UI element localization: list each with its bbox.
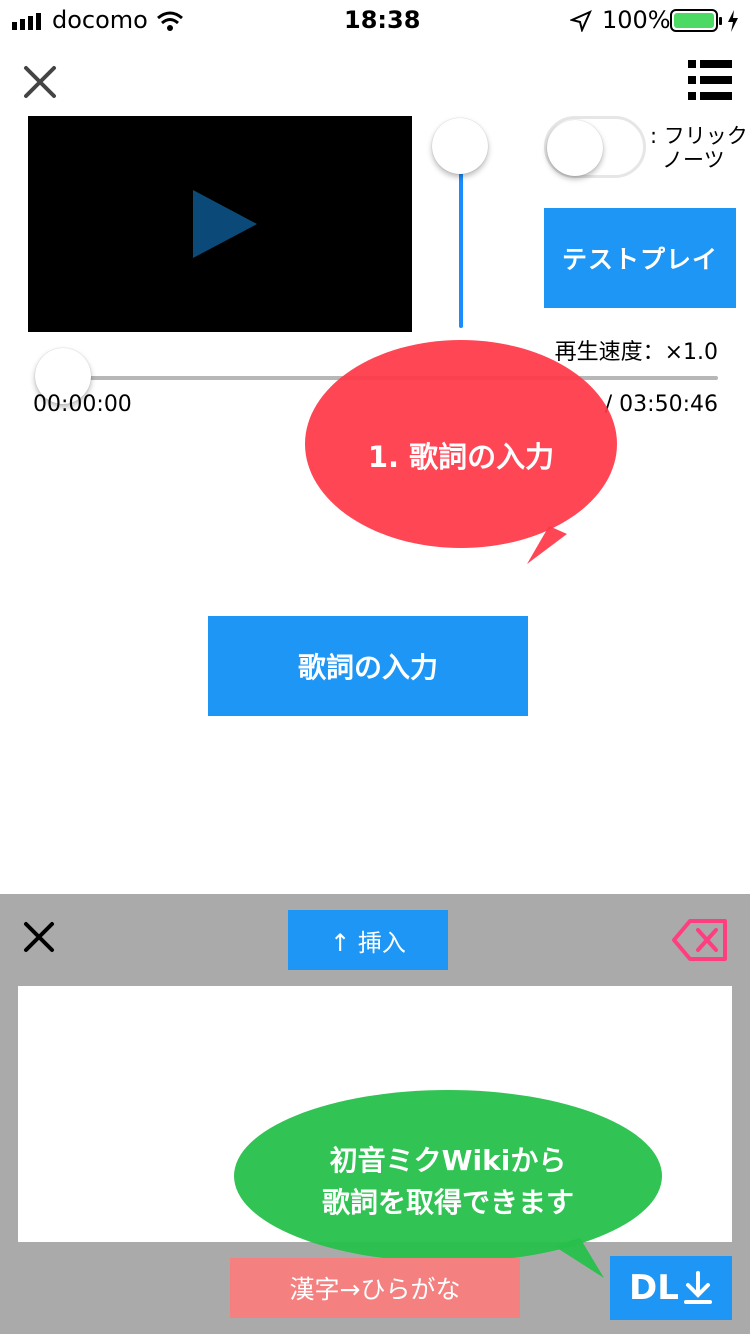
current-time: 00:00:00 bbox=[33, 392, 132, 417]
insert-button[interactable]: ↑ 挿入 bbox=[288, 910, 448, 970]
download-arrow-icon bbox=[683, 1271, 712, 1304]
wiki-callout-line1: 初音ミクWikiから bbox=[329, 1144, 567, 1177]
step1-callout-text: 1. 歌詞の入力 bbox=[367, 440, 555, 474]
list-menu-icon[interactable] bbox=[688, 60, 732, 100]
test-play-button[interactable]: テストプレイ bbox=[544, 208, 736, 308]
signal-icon bbox=[12, 13, 41, 30]
clock: 18:38 bbox=[344, 6, 421, 34]
wifi-icon bbox=[157, 11, 183, 31]
volume-slider-knob[interactable] bbox=[432, 118, 488, 174]
wiki-callout-line2: 歌詞を取得できます bbox=[321, 1186, 574, 1219]
flick-notes-toggle[interactable] bbox=[544, 116, 646, 178]
flick-label-line1: : フリック bbox=[650, 124, 748, 148]
location-icon bbox=[570, 10, 592, 32]
backspace-icon[interactable] bbox=[672, 918, 728, 962]
lyrics-input-button[interactable]: 歌詞の入力 bbox=[208, 616, 528, 716]
close-icon[interactable] bbox=[22, 64, 58, 100]
flick-notes-label: : フリック ノーツ bbox=[650, 124, 750, 172]
kanji-to-hiragana-button[interactable]: 漢字→ひらがな bbox=[230, 1258, 520, 1318]
download-button[interactable]: DL bbox=[610, 1256, 732, 1320]
carrier-name: docomo bbox=[52, 6, 148, 34]
flick-label-line2: ノーツ bbox=[662, 148, 725, 172]
total-time: / 03:50:46 bbox=[604, 392, 718, 417]
volume-slider-track[interactable] bbox=[459, 148, 463, 328]
play-icon[interactable] bbox=[193, 190, 257, 258]
battery-percent: 100% bbox=[602, 6, 671, 34]
battery-charging-icon bbox=[670, 9, 738, 32]
panel-close-icon[interactable] bbox=[22, 920, 56, 954]
status-bar: docomo 18:38 100% bbox=[0, 0, 750, 40]
wiki-callout-text: 初音ミクWikiから 歌詞を取得できます bbox=[234, 1140, 662, 1224]
toggle-knob[interactable] bbox=[547, 120, 603, 176]
download-label: DL bbox=[629, 1268, 679, 1308]
video-player[interactable] bbox=[28, 116, 412, 332]
